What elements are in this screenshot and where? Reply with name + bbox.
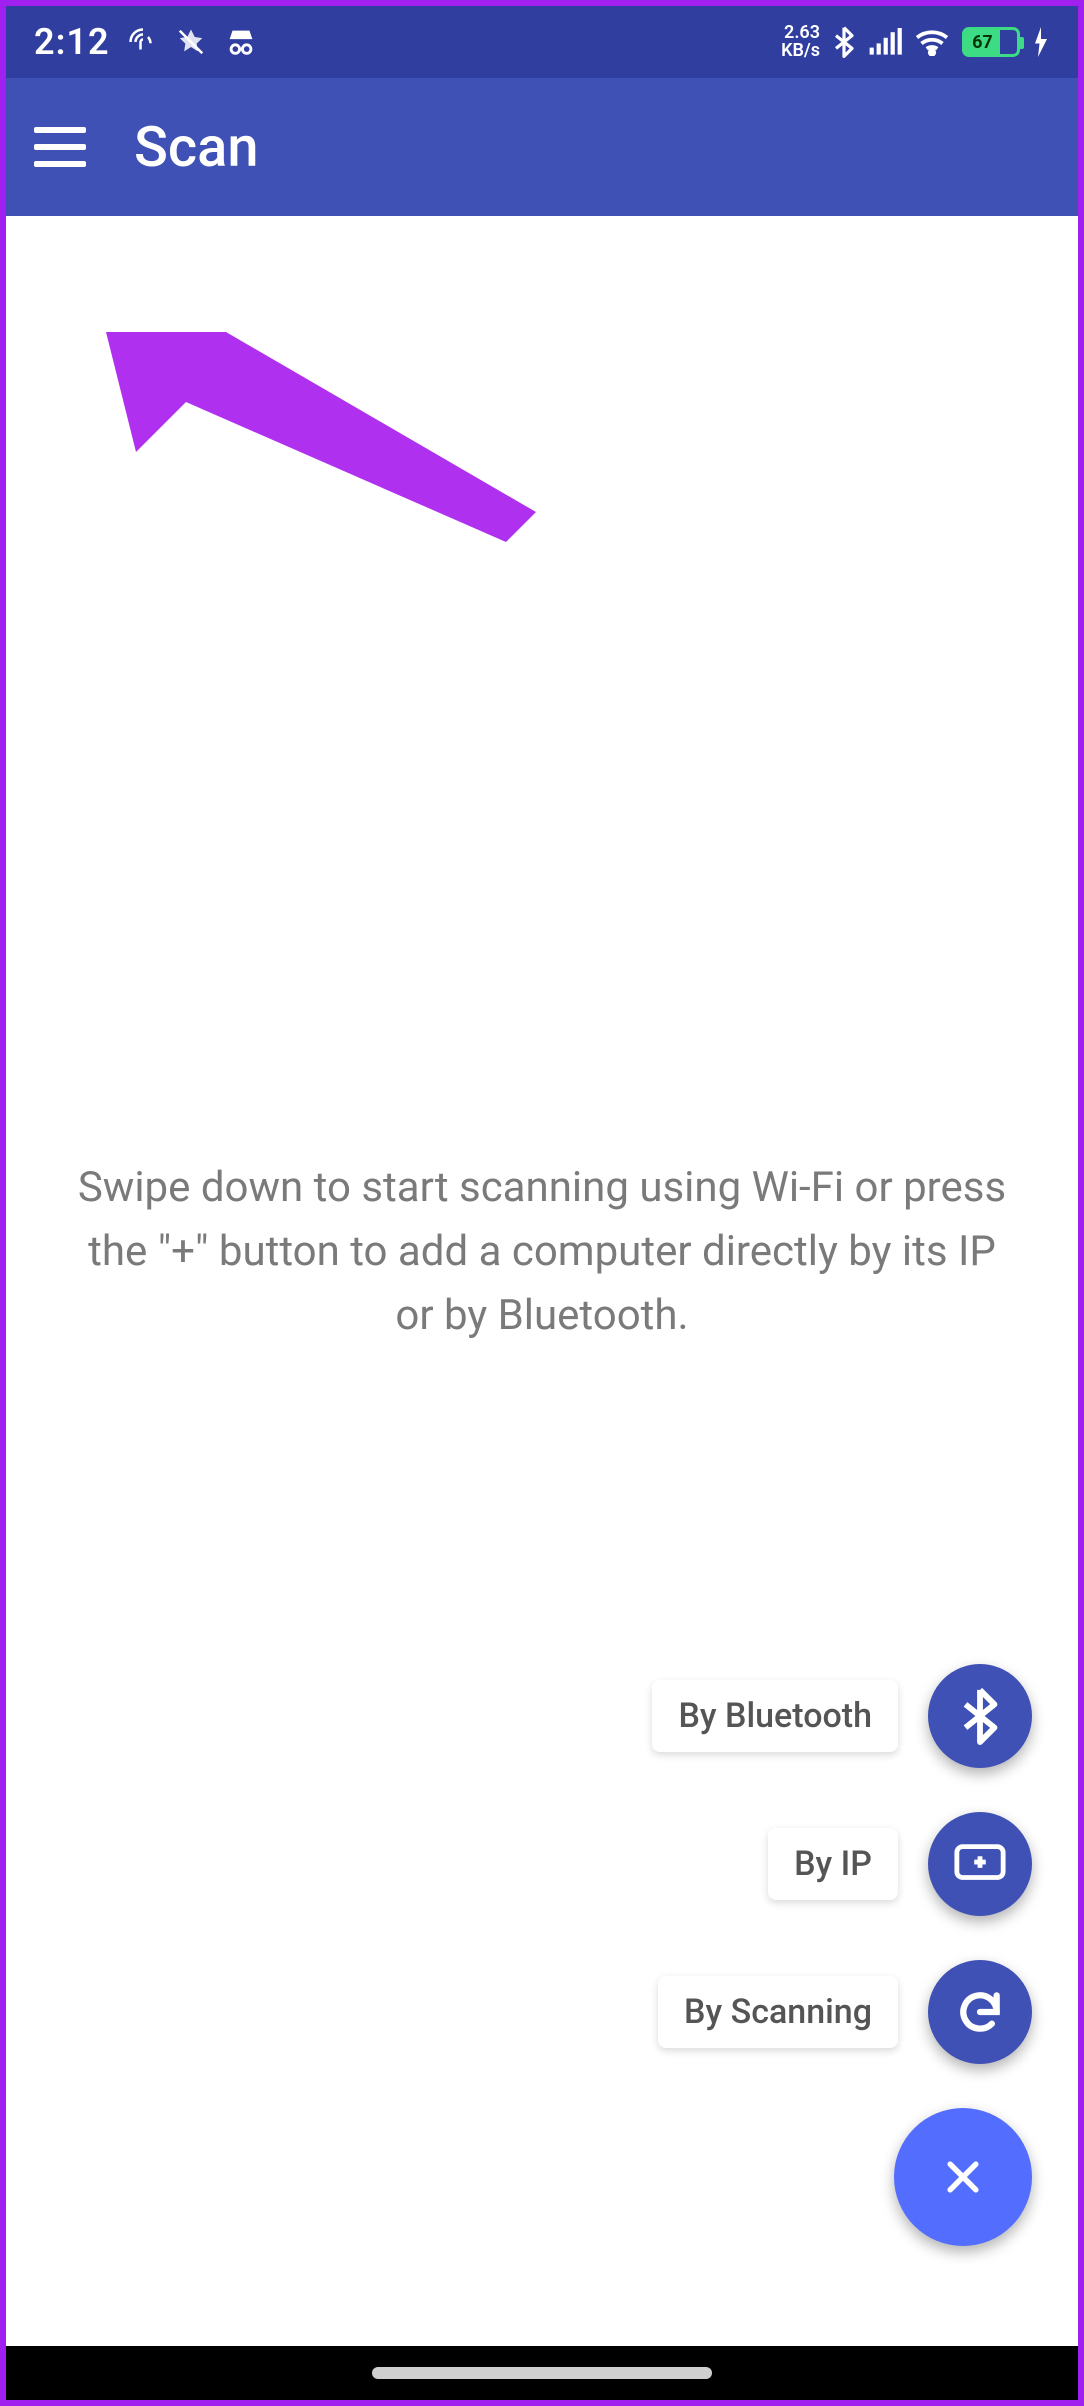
page-title: Scan [134,114,259,180]
system-nav-bar [6,2346,1078,2400]
fab-ip-label[interactable]: By IP [768,1828,898,1900]
status-bar: 2:12 2.63 KB/s [6,6,1078,78]
fab-row-bluetooth: By Bluetooth [652,1664,1032,1768]
charging-icon [1032,27,1050,57]
fingerprint-icon [128,27,158,57]
battery-icon: 67 [962,27,1020,57]
device-frame: 2:12 2.63 KB/s [0,0,1084,2406]
refresh-icon [955,1987,1005,2037]
fab-bluetooth-label[interactable]: By Bluetooth [652,1680,898,1752]
fab-row-scanning: By Scanning [658,1960,1032,2064]
fab-scanning-label[interactable]: By Scanning [658,1976,898,2048]
content-area[interactable]: Swipe down to start scanning using Wi-Fi… [6,222,1078,2346]
menu-button[interactable] [34,127,86,167]
bluetooth-status-icon [832,26,856,58]
fab-scanning-button[interactable] [928,1960,1032,2064]
network-speed: 2.63 KB/s [781,24,820,60]
status-right: 2.63 KB/s 67 [781,24,1050,60]
fab-row-ip: By IP [768,1812,1032,1916]
fab-ip-button[interactable] [928,1812,1032,1916]
close-icon [941,2155,985,2199]
fab-close-button[interactable] [894,2108,1032,2246]
location-off-icon [176,27,206,57]
annotation-arrow-icon [106,332,546,612]
incognito-icon [224,27,258,57]
app-bar: Scan [6,78,1078,216]
bluetooth-icon [957,1687,1003,1745]
fab-row-main [894,2108,1032,2246]
battery-level: 67 [965,30,1000,54]
status-left: 2:12 [34,21,258,63]
empty-state-hint: Swipe down to start scanning using Wi-Fi… [6,1156,1078,1348]
cellular-signal-icon [868,28,902,56]
fab-bluetooth-button[interactable] [928,1664,1032,1768]
network-speed-bottom: KB/s [781,42,820,60]
wifi-icon [914,28,950,56]
add-monitor-icon [953,1842,1007,1886]
gesture-handle[interactable] [372,2367,712,2379]
fab-stack: By Bluetooth By IP By Scanning [652,1664,1032,2246]
status-clock: 2:12 [34,21,110,63]
